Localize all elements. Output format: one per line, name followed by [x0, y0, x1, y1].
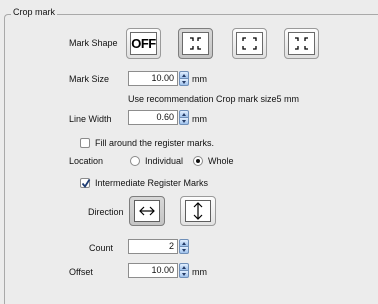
line-width-input[interactable]: 0.60: [128, 110, 178, 125]
location-whole-radio[interactable]: [193, 156, 203, 166]
mark-size-spinner[interactable]: 10.00: [128, 71, 189, 86]
arrow-up-icon: [182, 112, 186, 116]
offset-decrement-button[interactable]: [179, 271, 189, 278]
mark-shape-off-button[interactable]: OFF: [126, 28, 161, 59]
location-whole-label: Whole: [208, 156, 234, 166]
mark-size-decrement-button[interactable]: [179, 79, 189, 86]
double-corner-marks-icon: [288, 32, 315, 55]
offset-label: Offset: [69, 267, 93, 277]
vertical-arrow-icon: [193, 202, 203, 220]
fill-register-label: Fill around the register marks.: [95, 138, 215, 148]
line-width-decrement-button[interactable]: [179, 118, 189, 125]
count-spinner[interactable]: 2: [128, 239, 189, 254]
arrow-down-icon: [182, 272, 186, 276]
line-width-increment-button[interactable]: [179, 110, 189, 118]
horizontal-arrow-icon: [139, 206, 155, 216]
direction-vertical-button[interactable]: [180, 196, 216, 226]
arrow-up-icon: [182, 265, 186, 269]
outer-corner-marks-icon: [236, 32, 263, 55]
line-width-unit: mm: [192, 114, 207, 124]
count-input[interactable]: 2: [128, 239, 178, 254]
offset-input[interactable]: 10.00: [128, 263, 178, 278]
checkmark-icon: [81, 179, 91, 189]
offset-increment-button[interactable]: [179, 263, 189, 271]
direction-label: Direction: [88, 207, 124, 217]
arrow-up-icon: [182, 73, 186, 77]
mark-size-unit: mm: [192, 74, 207, 84]
location-individual-radio[interactable]: [130, 156, 140, 166]
count-increment-button[interactable]: [179, 239, 189, 247]
arrow-down-icon: [182, 248, 186, 252]
arrow-down-icon: [182, 119, 186, 123]
mark-size-increment-button[interactable]: [179, 71, 189, 79]
line-width-spinner[interactable]: 0.60: [128, 110, 189, 125]
mark-shape-label: Mark Shape: [69, 38, 118, 48]
inner-corner-marks-icon: [182, 32, 209, 55]
intermediate-register-label: Intermediate Register Marks: [95, 178, 209, 188]
count-decrement-button[interactable]: [179, 247, 189, 254]
arrow-down-icon: [182, 80, 186, 84]
mark-shape-outer-corners-button[interactable]: [232, 28, 267, 59]
direction-horizontal-button[interactable]: [129, 196, 165, 226]
offset-spinner[interactable]: 10.00: [128, 263, 189, 278]
mark-shape-double-corners-button[interactable]: [284, 28, 319, 59]
line-width-label: Line Width: [69, 114, 112, 124]
mark-size-label: Mark Size: [69, 74, 110, 84]
location-label: Location: [69, 156, 104, 166]
offset-unit: mm: [192, 267, 207, 277]
mark-shape-inner-corners-button[interactable]: [178, 28, 213, 59]
group-title: Crop mark: [11, 7, 58, 17]
mark-size-input[interactable]: 10.00: [128, 71, 178, 86]
count-label: Count: [89, 243, 114, 253]
off-text: OFF: [131, 36, 156, 51]
arrow-up-icon: [182, 241, 186, 245]
mark-size-recommendation: Use recommendation Crop mark size5 mm: [128, 94, 300, 104]
location-individual-label: Individual: [145, 156, 184, 166]
intermediate-register-checkbox[interactable]: [80, 178, 91, 189]
fill-register-checkbox[interactable]: [80, 138, 90, 148]
